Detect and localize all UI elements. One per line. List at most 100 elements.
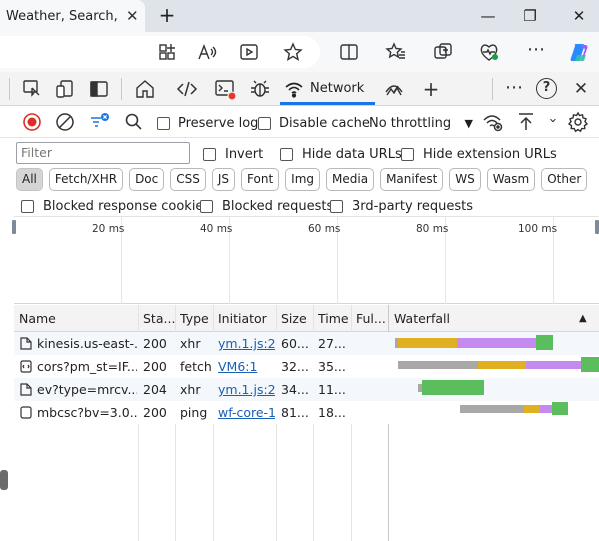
- column-header-type[interactable]: Type: [180, 305, 214, 332]
- checkbox-box[interactable]: [280, 148, 293, 161]
- filter-input[interactable]: Filter: [16, 142, 190, 164]
- copilot-icon[interactable]: [568, 41, 590, 63]
- toolbar-overflow-button[interactable]: ›: [545, 118, 560, 123]
- type-filter-img[interactable]: Img: [285, 168, 321, 191]
- type-filter-wasm[interactable]: Wasm: [486, 168, 536, 191]
- request-initiator-link[interactable]: wf-core-1.: [218, 401, 275, 424]
- console-icon[interactable]: [214, 78, 237, 101]
- preserve-log-checkbox[interactable]: Preserve log: [157, 115, 258, 131]
- column-header-name[interactable]: Name: [19, 305, 137, 332]
- browser-essentials-icon[interactable]: [478, 41, 500, 63]
- column-header-fulfilled[interactable]: Ful...: [356, 305, 386, 332]
- overview-tick-label: 80 ms: [416, 223, 449, 235]
- column-header-time[interactable]: Time: [318, 305, 350, 332]
- filter-icon[interactable]: [89, 111, 111, 133]
- waterfall-download-segment: [422, 380, 484, 395]
- help-button[interactable]: ?: [536, 78, 557, 99]
- hide-data-urls-checkbox[interactable]: Hide data URLs: [280, 146, 402, 162]
- app-available-icon[interactable]: [156, 41, 178, 63]
- tab-network[interactable]: Network: [280, 72, 375, 105]
- tab-close-icon[interactable]: ✕: [126, 7, 139, 25]
- request-name[interactable]: cors?pm_st=IF...: [37, 355, 137, 378]
- blocked-response-cookies-checkbox[interactable]: Blocked response cookies: [21, 198, 210, 214]
- document-icon: [20, 383, 32, 396]
- checkbox-box[interactable]: [157, 117, 170, 130]
- type-filter-js[interactable]: JS: [211, 168, 236, 191]
- video-icon[interactable]: [238, 41, 260, 63]
- column-header-waterfall[interactable]: Waterfall: [394, 305, 514, 332]
- column-header-initiator[interactable]: Initiator: [218, 305, 276, 332]
- add-tab-button[interactable]: +: [420, 78, 442, 100]
- divider: [492, 78, 493, 100]
- checkbox-box[interactable]: [330, 200, 343, 213]
- throttling-select[interactable]: No throttling ▼: [369, 113, 473, 133]
- request-name[interactable]: ev?type=mrcv...: [37, 378, 137, 401]
- checkbox-box[interactable]: [401, 148, 414, 161]
- browser-tab-title: Weather, Search, Po: [6, 8, 118, 24]
- hide-extension-urls-checkbox[interactable]: Hide extension URLs: [401, 146, 557, 162]
- throttling-value: No throttling: [369, 115, 452, 131]
- restore-button[interactable]: ❐: [520, 6, 540, 26]
- type-filter-css[interactable]: CSS: [170, 168, 206, 191]
- overview-left-handle[interactable]: [12, 220, 16, 234]
- sort-ascending-icon[interactable]: ▲: [579, 305, 591, 332]
- import-har-icon[interactable]: [515, 111, 537, 133]
- request-status: 200: [143, 405, 167, 420]
- devtools-close-button[interactable]: ✕: [570, 78, 592, 100]
- column-header-status[interactable]: Sta...: [143, 305, 175, 332]
- request-name[interactable]: kinesis.us-east-...: [37, 332, 137, 355]
- favorites-icon[interactable]: [385, 41, 407, 63]
- checkbox-box[interactable]: [258, 117, 271, 130]
- search-icon[interactable]: [123, 111, 145, 133]
- type-filter-media[interactable]: Media: [326, 168, 375, 191]
- overview-right-handle[interactable]: [595, 220, 599, 234]
- settings-more-icon[interactable]: ⋯: [525, 41, 547, 63]
- collections-icon[interactable]: [432, 41, 454, 63]
- split-screen-icon[interactable]: [338, 41, 360, 63]
- third-party-requests-checkbox[interactable]: 3rd-party requests: [330, 198, 473, 214]
- checkbox-box[interactable]: [200, 200, 213, 213]
- network-conditions-icon[interactable]: [482, 111, 504, 133]
- waterfall-waiting-segment: [526, 361, 581, 369]
- type-filter-other[interactable]: Other: [541, 168, 588, 191]
- column-header-size[interactable]: Size: [281, 305, 311, 332]
- panel-scroll-handle[interactable]: [0, 470, 8, 490]
- request-name[interactable]: mbcsc?bv=3.0....: [37, 401, 137, 424]
- device-emulation-icon[interactable]: [54, 78, 76, 100]
- waterfall-stalled-segment: [398, 338, 457, 348]
- performance-icon[interactable]: [383, 78, 405, 100]
- preserve-log-label: Preserve log: [177, 116, 259, 131]
- elements-code-icon[interactable]: [176, 78, 198, 100]
- request-initiator-link[interactable]: VM6:1: [218, 355, 275, 378]
- welcome-home-icon[interactable]: [134, 78, 156, 100]
- disable-cache-checkbox[interactable]: Disable cache: [258, 115, 370, 131]
- more-tools-button[interactable]: ⋯: [503, 78, 525, 100]
- read-aloud-icon[interactable]: [196, 41, 218, 63]
- checkbox-box[interactable]: [203, 148, 216, 161]
- browser-tab[interactable]: Weather, Search, Po ✕: [0, 0, 145, 32]
- type-filter-manifest[interactable]: Manifest: [380, 168, 444, 191]
- divider: [9, 78, 10, 100]
- request-initiator-link[interactable]: ym.1.js:2: [218, 332, 275, 355]
- record-stop-icon[interactable]: [21, 111, 43, 133]
- fetch-icon: [20, 360, 32, 373]
- request-status: 200: [143, 359, 167, 374]
- clear-log-icon[interactable]: [54, 111, 76, 133]
- bug-sources-icon[interactable]: [249, 78, 271, 100]
- blocked-requests-checkbox[interactable]: Blocked requests: [200, 198, 333, 214]
- invert-checkbox[interactable]: Invert: [203, 146, 263, 162]
- checkbox-box[interactable]: [21, 200, 34, 213]
- inspect-element-icon[interactable]: [21, 78, 43, 100]
- minimize-button[interactable]: —: [478, 6, 498, 26]
- type-filter-doc[interactable]: Doc: [129, 168, 165, 191]
- window-close-button[interactable]: ✕: [569, 6, 589, 26]
- type-filter-all[interactable]: All: [16, 168, 43, 191]
- dock-side-icon[interactable]: [88, 78, 110, 100]
- network-settings-gear-icon[interactable]: [567, 111, 589, 133]
- new-tab-button[interactable]: +: [156, 4, 178, 26]
- favorite-star-icon[interactable]: [282, 41, 304, 63]
- type-filter-font[interactable]: Font: [241, 168, 280, 191]
- request-initiator-link[interactable]: ym.1.js:2: [218, 378, 275, 401]
- type-filter-ws[interactable]: WS: [449, 168, 481, 191]
- type-filter-fetch-xhr[interactable]: Fetch/XHR: [48, 168, 124, 191]
